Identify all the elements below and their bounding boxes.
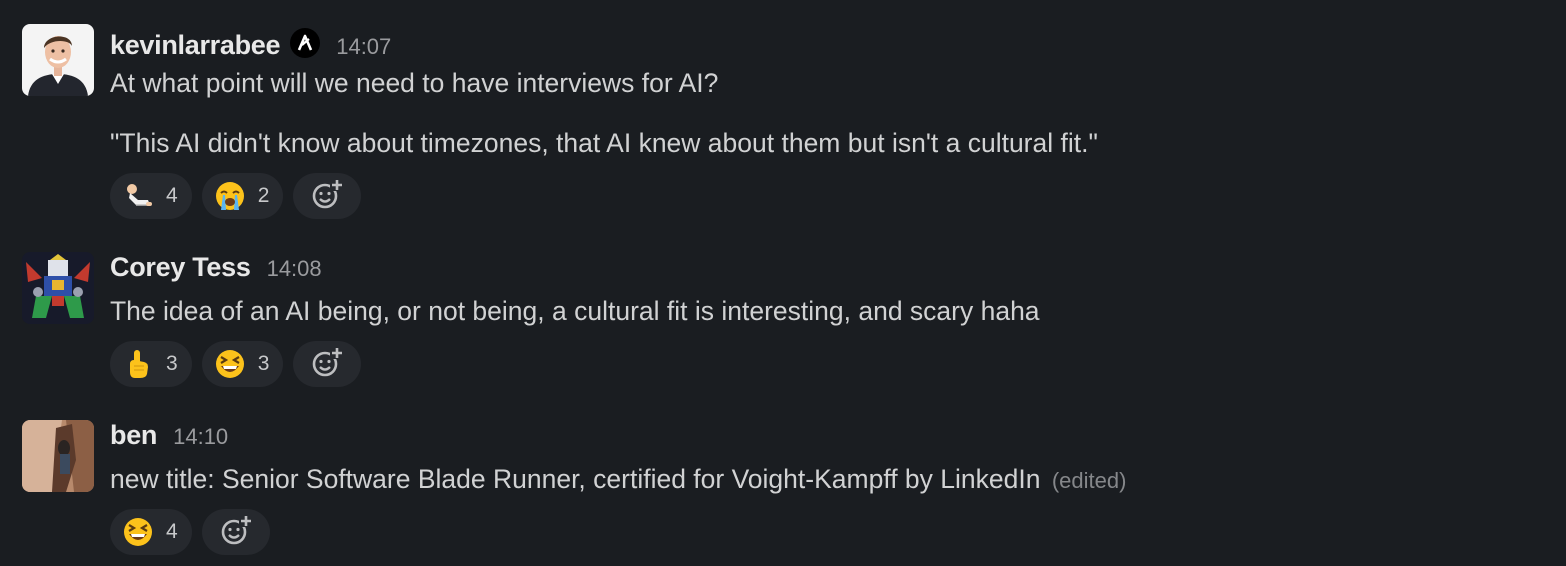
reaction-pill[interactable]: 3 bbox=[201, 341, 284, 387]
reaction-count: 2 bbox=[257, 184, 270, 207]
add-reaction-button[interactable] bbox=[293, 341, 362, 387]
index-pointing-up-icon bbox=[122, 348, 154, 380]
reaction-pill[interactable]: 2 bbox=[201, 173, 284, 219]
loudly-crying-face-icon bbox=[214, 180, 246, 212]
reaction-pill[interactable]: 4 bbox=[110, 173, 192, 219]
product-logo-badge-icon bbox=[290, 28, 321, 58]
reaction-count: 3 bbox=[166, 352, 178, 375]
add-reaction-button[interactable] bbox=[201, 509, 270, 555]
timestamp[interactable]: 14:10 bbox=[173, 424, 228, 450]
avatar[interactable] bbox=[22, 420, 94, 492]
username[interactable]: Corey Tess bbox=[110, 252, 251, 283]
message-text: new title: Senior Software Blade Runner,… bbox=[110, 464, 1041, 494]
message-header: kevinlarrabee 14:07 bbox=[110, 24, 1546, 61]
username[interactable]: ben bbox=[110, 420, 157, 451]
timestamp[interactable]: 14:08 bbox=[267, 256, 322, 282]
reactions-bar: 4 2 bbox=[110, 173, 362, 219]
message-text-line: At what point will we need to have inter… bbox=[110, 68, 719, 98]
reaction-count: 3 bbox=[257, 352, 270, 375]
grinning-squinting-face-icon bbox=[214, 348, 246, 380]
add-emoji-icon bbox=[310, 345, 345, 384]
reaction-count: 4 bbox=[166, 520, 178, 543]
add-emoji-icon bbox=[219, 513, 253, 552]
grinning-squinting-face-icon bbox=[122, 516, 154, 548]
message-feed: kevinlarrabee 14:07 At what point will w… bbox=[0, 0, 1566, 566]
message-text-line: new title: Senior Software Blade Runner,… bbox=[110, 460, 1546, 500]
message-content: kevinlarrabee 14:07 At what point will w… bbox=[110, 24, 1546, 162]
add-reaction-button[interactable] bbox=[293, 173, 362, 219]
message-text-line: "This AI didn't know about timezones, th… bbox=[110, 128, 1098, 158]
reactions-bar: 4 bbox=[110, 509, 270, 555]
reactions-bar: 3 3 bbox=[110, 341, 362, 387]
add-emoji-icon bbox=[310, 177, 345, 216]
timestamp[interactable]: 14:07 bbox=[336, 34, 391, 60]
avatar[interactable] bbox=[22, 252, 94, 324]
reaction-pill[interactable]: 3 bbox=[110, 341, 192, 387]
edited-label: (edited) bbox=[1051, 468, 1127, 493]
person-lying-down-icon bbox=[122, 180, 154, 212]
avatar[interactable] bbox=[22, 24, 94, 96]
message-header: ben 14:10 bbox=[110, 420, 1546, 454]
reaction-pill[interactable]: 4 bbox=[110, 509, 192, 555]
message-content: ben 14:10 new title: Senior Software Bla… bbox=[110, 420, 1546, 500]
message-text-line: The idea of an AI being, or not being, a… bbox=[110, 296, 1040, 326]
username[interactable]: kevinlarrabee bbox=[110, 30, 281, 61]
reaction-count: 4 bbox=[166, 184, 178, 207]
message-header: Corey Tess 14:08 bbox=[110, 252, 1546, 286]
message-content: Corey Tess 14:08 The idea of an AI being… bbox=[110, 252, 1546, 330]
